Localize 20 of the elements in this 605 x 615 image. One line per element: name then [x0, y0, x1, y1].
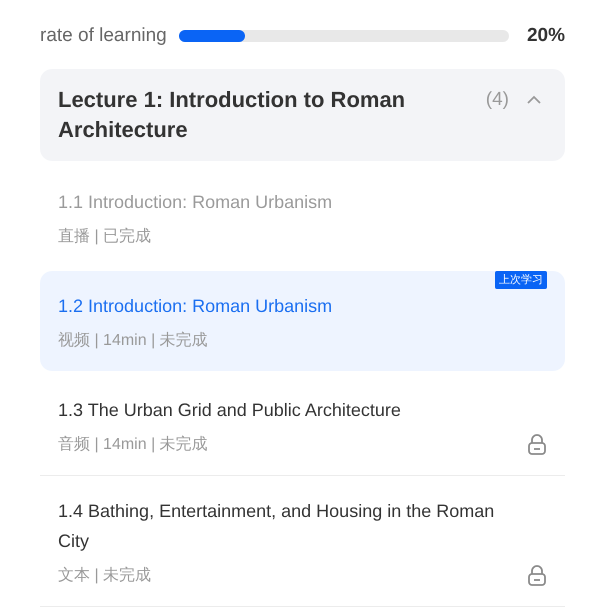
lesson-meta: 文本 | 未完成: [58, 566, 152, 586]
lesson-title: 1.4 Bathing, Entertainment, and Housing in the Roman City: [58, 500, 496, 553]
last-studied-badge: 上次学习: [495, 271, 547, 289]
progress-label: rate of learning: [40, 24, 167, 48]
lock-icon: [527, 434, 547, 456]
lesson-meta: 音频 | 14min | 未完成: [58, 434, 208, 455]
lecture-title: Lecture 1: Introduction to Roman Architecture: [58, 86, 406, 144]
lesson-title: 1.1 Introduction: Roman Urbanism: [58, 191, 334, 214]
lesson-title: 1.3 The Urban Grid and Public Architecture: [58, 399, 402, 422]
lesson-item[interactable]: 1.3 The Urban Grid and Public Architecture 音频 | 14min | 未完成: [40, 375, 565, 476]
progress-percent: 20%: [526, 24, 565, 48]
lesson-item[interactable]: 1.4 Bathing, Entertainment, and Housing in the Roman City 文本 | 未完成: [40, 476, 565, 607]
lesson-title: 1.2 Introduction: Roman Urbanism: [58, 295, 334, 318]
lock-icon: [527, 565, 547, 587]
chevron-icon: [527, 95, 541, 105]
lesson-meta: 直播 | 已完成: [58, 226, 152, 247]
lesson-meta: 视频 | 14min | 未完成: [58, 330, 208, 351]
lesson-count: (4): [486, 88, 509, 112]
lesson-item[interactable]: 上次学习 1.2 Introduction: Roman Urbanism 视频 | 14min | 未完成: [40, 271, 565, 371]
lecture-header[interactable]: Lecture 1: Introduction to Roman Architecture (4): [40, 69, 565, 161]
